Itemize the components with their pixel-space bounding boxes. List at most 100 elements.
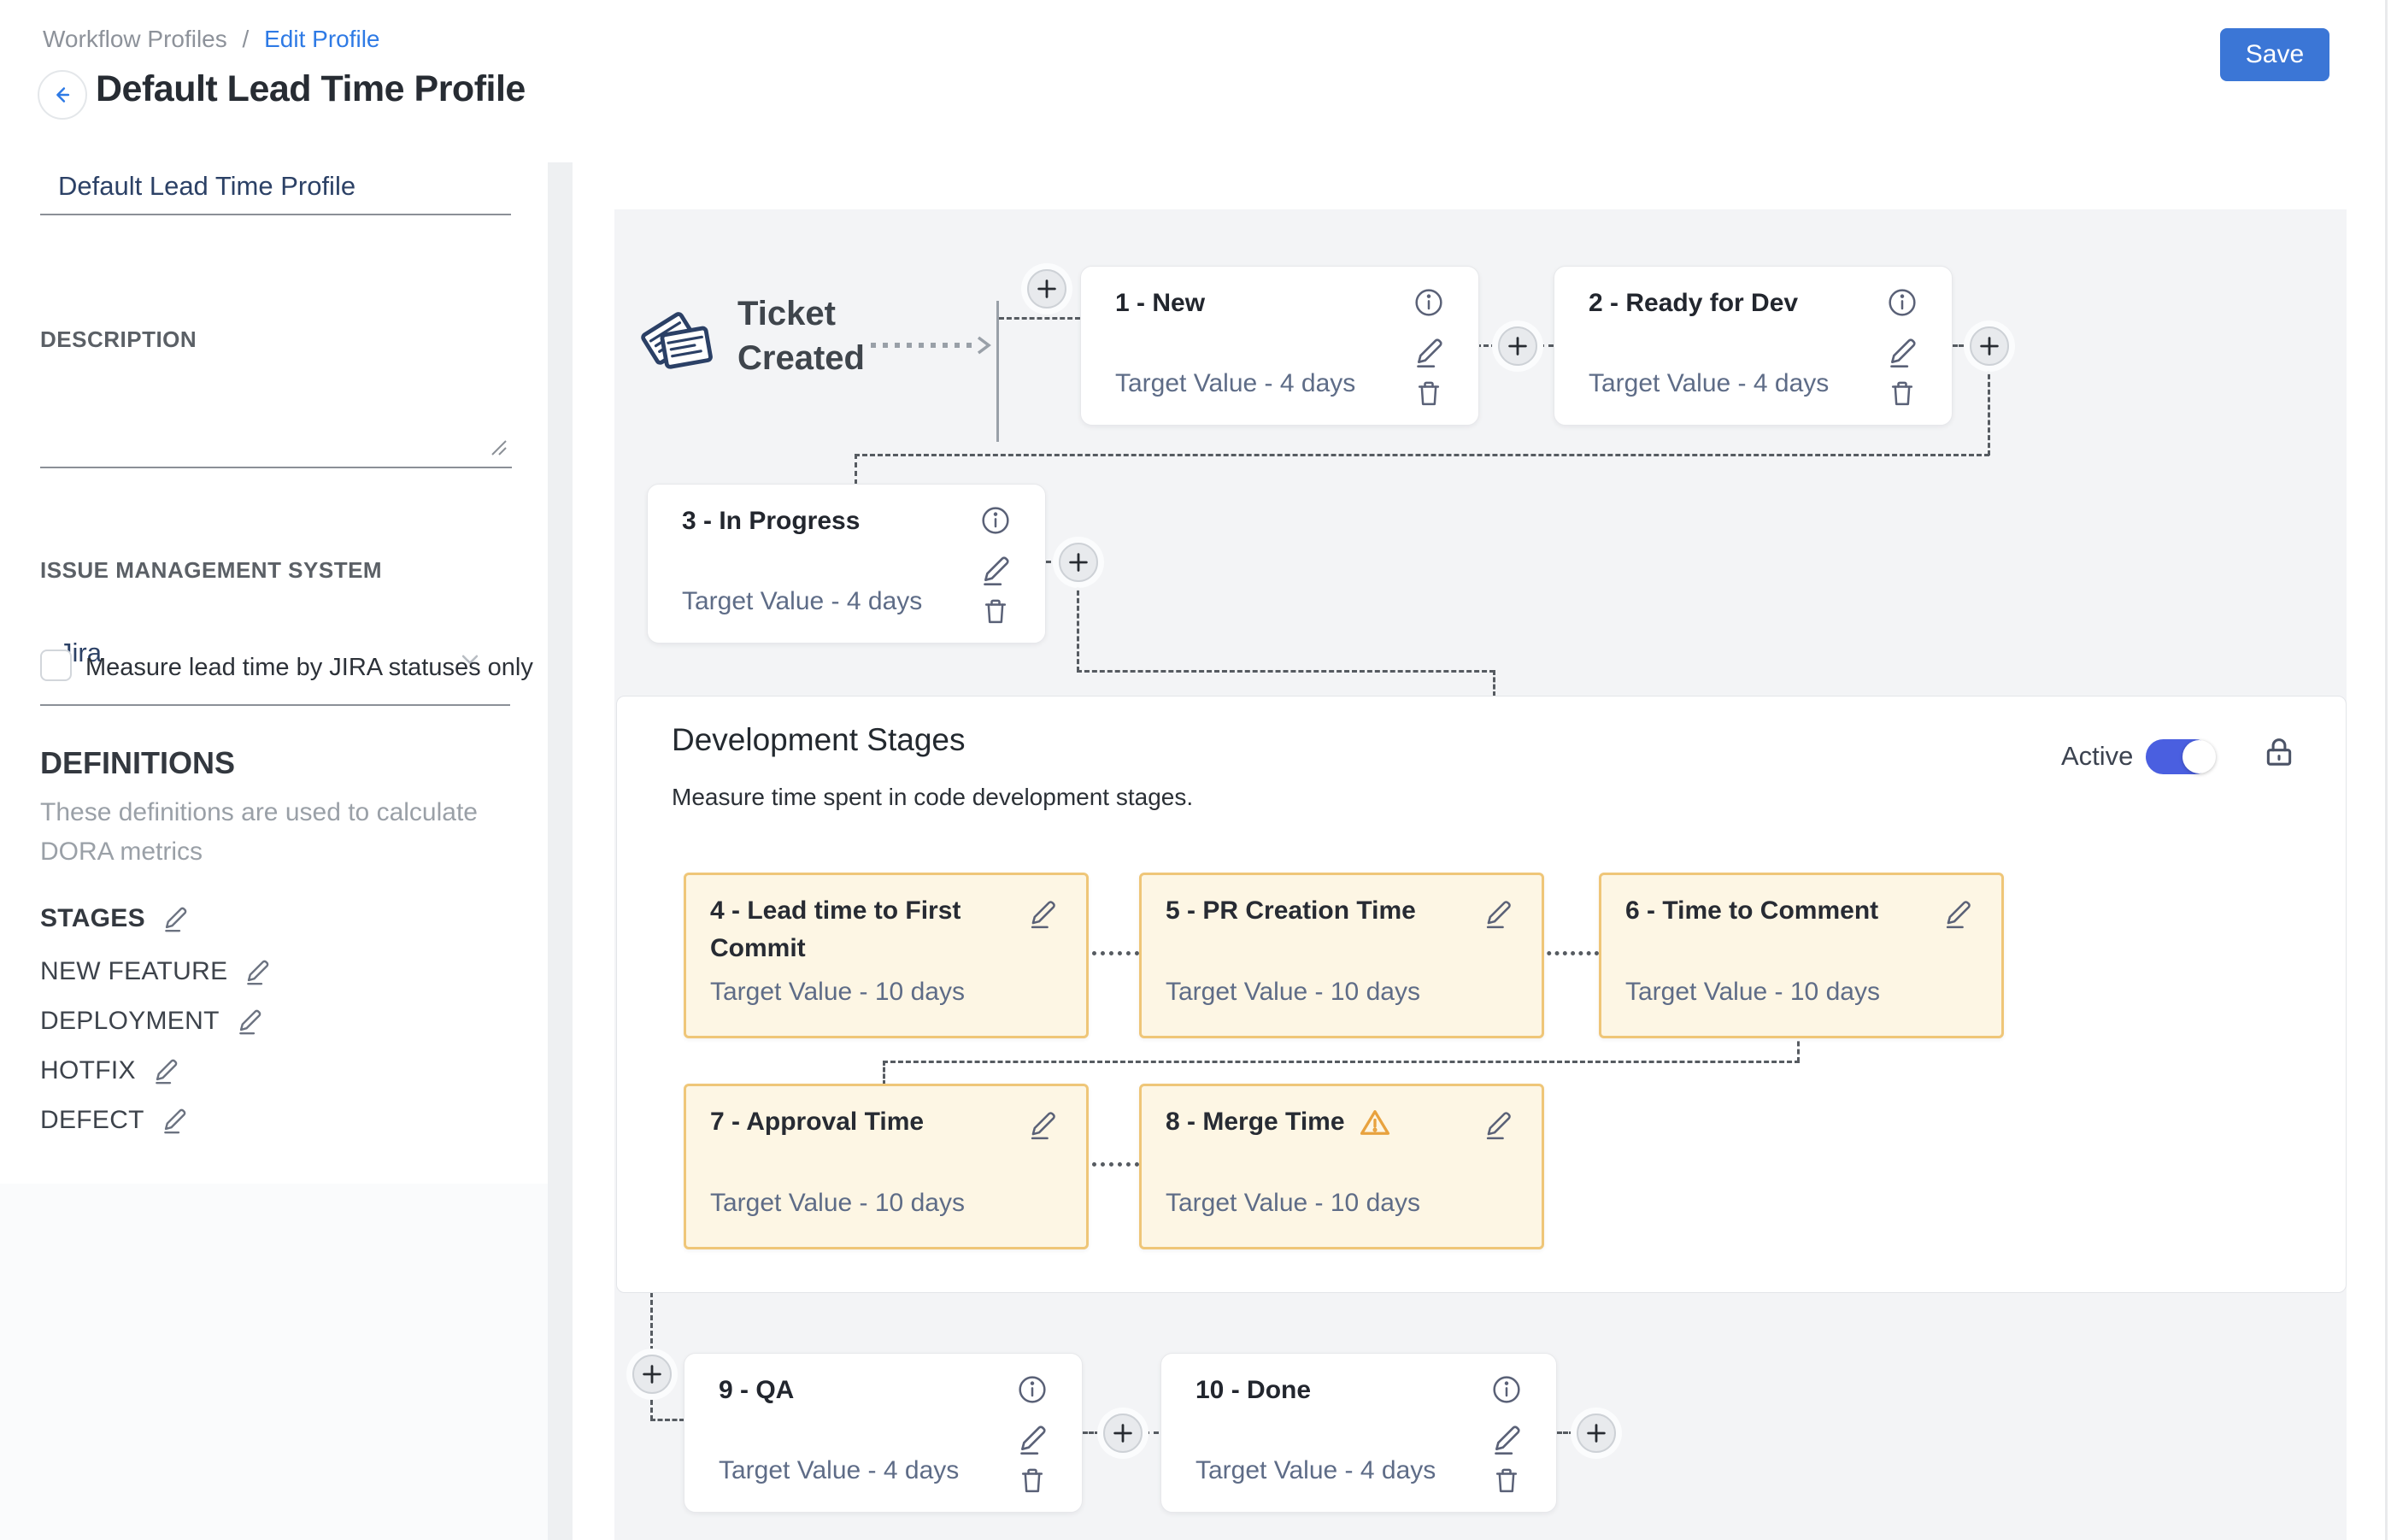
edit-icon[interactable] (1482, 897, 1514, 930)
description-label: DESCRIPTION (40, 326, 197, 353)
lock-icon[interactable] (2259, 732, 2299, 772)
stage-title: 4 - Lead time to First Commit (710, 892, 1001, 967)
stage-target-value: Target Value - 10 days (1625, 978, 1880, 1007)
trash-icon[interactable] (1489, 1463, 1524, 1497)
sidebar-item-stages: STAGES (40, 904, 190, 933)
jira-statuses-checkbox[interactable] (40, 650, 72, 681)
add-stage-button[interactable] (1027, 269, 1066, 309)
edit-icon[interactable] (1482, 1108, 1514, 1141)
toggle-knob (2182, 740, 2216, 773)
panel-subtitle: Measure time spent in code development s… (672, 784, 1193, 811)
add-stage-button[interactable] (1577, 1414, 1616, 1453)
stage-title: 3 - In Progress (682, 507, 860, 536)
profile-name-input[interactable] (40, 171, 511, 215)
edit-icon[interactable] (1015, 1422, 1049, 1456)
stage-title: 9 - QA (719, 1376, 794, 1405)
stage-target-value: Target Value - 10 days (1166, 978, 1420, 1007)
connector-line (855, 454, 857, 485)
connector-line (1953, 344, 1970, 347)
edit-icon[interactable] (1026, 897, 1059, 930)
connector-line (1539, 344, 1554, 347)
development-stages-panel: Development Stages Measure time spent in… (616, 696, 2347, 1293)
definitions-title: DEFINITIONS (40, 745, 235, 781)
stage-card-new[interactable]: 1 - New Target Value - 4 days (1080, 266, 1479, 426)
connector-line (1557, 1431, 1574, 1434)
active-toggle[interactable] (2146, 739, 2212, 774)
edit-icon[interactable] (978, 553, 1013, 587)
connector-line (1144, 1431, 1159, 1434)
edit-icon[interactable] (235, 1007, 264, 1036)
info-icon[interactable] (978, 503, 1013, 538)
stage-card-done[interactable]: 10 - Done Target Value - 4 days (1160, 1353, 1557, 1513)
resize-handle-icon[interactable] (489, 438, 508, 456)
warning-icon[interactable] (1357, 1105, 1393, 1141)
arrow-left-icon (50, 82, 75, 108)
issue-management-system-label: ISSUE MANAGEMENT SYSTEM (40, 557, 382, 584)
dev-stage-card-merge-time[interactable]: 8 - Merge Time Target Value - 10 days (1139, 1084, 1544, 1249)
add-stage-button[interactable] (632, 1355, 672, 1394)
edit-icon[interactable] (1489, 1422, 1524, 1456)
connector-line (1077, 670, 1495, 673)
dev-stage-card-lead-time-to-first-commit[interactable]: 4 - Lead time to First Commit Target Val… (684, 873, 1089, 1038)
stage-target-value: Target Value - 10 days (710, 978, 965, 1007)
definitions-description: These definitions are used to calculate … (40, 793, 493, 872)
dev-stage-card-approval-time[interactable]: 7 - Approval Time Target Value - 10 days (684, 1084, 1089, 1249)
add-stage-button[interactable] (1059, 543, 1098, 582)
breadcrumb-root[interactable]: Workflow Profiles (43, 26, 227, 52)
dev-stage-card-time-to-comment[interactable]: 6 - Time to Comment Target Value - 10 da… (1599, 873, 2004, 1038)
breadcrumb-current[interactable]: Edit Profile (264, 26, 379, 52)
panel-title: Development Stages (672, 722, 965, 758)
add-stage-button[interactable] (1970, 326, 2009, 366)
jira-statuses-checkbox-label: Measure lead time by JIRA statuses only (85, 654, 533, 682)
stage-card-in-progress[interactable]: 3 - In Progress Target Value - 4 days (647, 484, 1046, 644)
sidebar-item-label: DEPLOYMENT (40, 1007, 220, 1036)
connector-line (883, 1061, 885, 1085)
add-stage-button[interactable] (1498, 326, 1537, 366)
edit-icon[interactable] (1885, 335, 1919, 369)
sidebar-item-hotfix: HOTFIX (40, 1056, 180, 1085)
stage-card-ready-for-dev[interactable]: 2 - Ready for Dev Target Value - 4 days (1554, 266, 1953, 426)
stage-target-value: Target Value - 4 days (719, 1456, 959, 1485)
sidebar-item-new-feature: NEW FEATURE (40, 957, 272, 986)
dev-stage-card-pr-creation-time[interactable]: 5 - PR Creation Time Target Value - 10 d… (1139, 873, 1544, 1038)
stage-target-value: Target Value - 10 days (710, 1189, 965, 1218)
edit-icon[interactable] (161, 904, 190, 933)
sidebar-item-label: NEW FEATURE (40, 957, 227, 986)
stage-title: 8 - Merge Time (1166, 1103, 1345, 1141)
description-textarea[interactable] (40, 367, 512, 468)
edit-icon[interactable] (160, 1106, 189, 1135)
connector-line (1084, 1162, 1139, 1167)
info-icon[interactable] (1489, 1372, 1524, 1407)
stage-target-value: Target Value - 4 days (1196, 1456, 1436, 1485)
stage-card-qa[interactable]: 9 - QA Target Value - 4 days (684, 1353, 1083, 1513)
info-icon[interactable] (1885, 285, 1919, 320)
page-scrollbar[interactable] (2385, 0, 2388, 1540)
save-button[interactable]: Save (2220, 28, 2329, 81)
stage-title: 2 - Ready for Dev (1589, 289, 1798, 318)
stage-title: 6 - Time to Comment (1625, 892, 1878, 930)
connector-line (1077, 583, 1079, 672)
trash-icon[interactable] (1412, 376, 1446, 410)
sidebar-item-label: STAGES (40, 904, 145, 933)
edit-icon[interactable] (1412, 335, 1446, 369)
add-stage-button[interactable] (1103, 1414, 1143, 1453)
ticket-icon (635, 295, 731, 391)
flow-start-label: Ticket Created (737, 291, 891, 380)
trash-icon[interactable] (1015, 1463, 1049, 1497)
sidebar-footer-area (0, 1184, 548, 1540)
active-toggle-label: Active (2061, 741, 2133, 772)
trash-icon[interactable] (1885, 376, 1919, 410)
edit-icon[interactable] (151, 1056, 180, 1085)
connector-line (883, 1061, 1800, 1063)
info-icon[interactable] (1015, 1372, 1049, 1407)
back-button[interactable] (38, 70, 87, 120)
edit-icon[interactable] (1026, 1108, 1059, 1141)
edit-icon[interactable] (243, 957, 272, 986)
edit-icon[interactable] (1942, 897, 1974, 930)
info-icon[interactable] (1412, 285, 1446, 320)
stage-target-value: Target Value - 4 days (1589, 369, 1829, 398)
connector-line (1493, 670, 1495, 697)
stage-title: 5 - PR Creation Time (1166, 892, 1416, 930)
trash-icon[interactable] (978, 594, 1013, 628)
start-arrow-connector (869, 334, 999, 356)
